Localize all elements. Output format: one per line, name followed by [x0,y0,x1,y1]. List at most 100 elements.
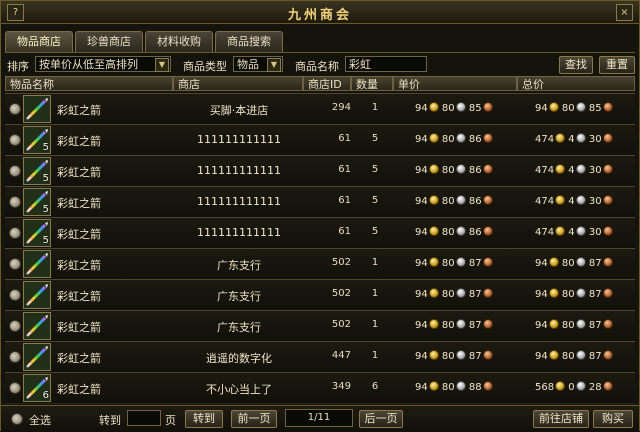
table-row[interactable]: 6 彩虹之箭 不小心当上了 349 6 94 80 88 568 0 28 [5,372,635,404]
table-row[interactable]: 彩虹之箭 逍遥的数字化 447 1 94 80 87 94 80 87 [5,341,635,373]
title-bar: ? 九州商会 × [1,1,639,24]
silver-coin-icon [455,102,466,112]
sort-select[interactable]: 按单价从低至高排列 ▼ [35,56,171,72]
silver-coin-icon [455,195,466,205]
chevron-down-icon[interactable]: ▼ [267,58,281,72]
column-qty: 数量 [351,76,393,91]
table-row[interactable]: 5 彩虹之箭 111111111111 61 5 94 80 86 474 4 30 [5,217,635,249]
prev-page-button[interactable]: 前一页 [231,410,277,428]
total-price: 474 4 30 [535,195,613,207]
select-all-radio[interactable] [11,413,23,425]
row-select-radio[interactable] [9,289,21,301]
tab-item-search[interactable]: 商品搜索 [215,31,283,53]
copper-coin-icon [602,102,613,112]
market-window: ? 九州商会 × 物品商店 珍兽商店 材料收购 商品搜索 排序 按单价从低至高排… [0,0,640,432]
copper-amount: 87 [468,320,482,331]
silver-coin-icon [575,195,586,205]
chevron-down-icon[interactable]: ▼ [155,58,169,72]
copper-amount: 85 [588,103,602,114]
rainbow-arrow-icon[interactable]: 5 [23,126,51,154]
gold-coin-icon [548,288,559,298]
row-select-radio[interactable] [9,320,21,332]
rainbow-arrow-icon[interactable] [23,250,51,278]
copper-coin-icon [482,288,493,298]
gold-amount: 94 [535,320,548,331]
silver-coin-icon [455,319,466,329]
unit-price: 94 80 86 [415,164,493,176]
name-label: 商品名称 [295,60,339,73]
reset-button[interactable]: 重置 [599,56,635,74]
table-row[interactable]: 彩虹之箭 广东支行 502 1 94 80 87 94 80 87 [5,279,635,311]
shop-name: 111111111111 [197,133,281,146]
item-name: 彩虹之箭 [57,352,101,365]
table-row[interactable]: 5 彩虹之箭 111111111111 61 5 94 80 86 474 4 30 [5,124,635,156]
tab-material-buy[interactable]: 材料收购 [145,31,213,53]
select-all-label[interactable]: 全选 [29,412,51,428]
stack-count-badge: 5 [42,204,49,215]
tab-pet-shop[interactable]: 珍兽商店 [75,31,143,53]
visit-shop-button[interactable]: 前往店铺 [533,410,589,428]
copper-amount: 87 [468,289,482,300]
table-row[interactable]: 彩虹之箭 广东支行 502 1 94 80 87 94 80 87 [5,310,635,342]
rainbow-arrow-icon[interactable] [23,95,51,123]
unit-price: 94 80 87 [415,257,493,269]
rainbow-arrow-icon[interactable] [23,343,51,371]
buy-button[interactable]: 购买 [593,410,633,428]
copper-amount: 30 [588,227,602,238]
row-select-radio[interactable] [9,227,21,239]
gold-amount: 94 [535,103,548,114]
silver-amount: 80 [441,103,455,114]
silver-amount: 0 [568,382,575,393]
item-name: 彩虹之箭 [57,259,101,272]
quantity: 5 [371,226,379,237]
filter-bar: 排序 按单价从低至高排列 ▼ 商品类型 物品 ▼ 商品名称 彩虹 查找 重置 [5,56,637,74]
silver-amount: 80 [441,227,455,238]
row-select-radio[interactable] [9,351,21,363]
gold-amount: 94 [415,382,428,393]
item-name: 彩虹之箭 [57,135,101,148]
tab-item-shop[interactable]: 物品商店 [5,31,73,53]
gold-coin-icon [428,288,439,298]
silver-coin-icon [575,257,586,267]
rainbow-arrow-icon[interactable]: 5 [23,188,51,216]
row-select-radio[interactable] [9,258,21,270]
next-page-button[interactable]: 后一页 [359,410,403,428]
silver-amount: 80 [561,351,575,362]
close-button[interactable]: × [616,4,633,21]
type-select[interactable]: 物品 ▼ [233,56,283,72]
copper-amount: 86 [468,227,482,238]
copper-amount: 87 [588,258,602,269]
rainbow-arrow-icon[interactable] [23,312,51,340]
gold-amount: 94 [415,227,428,238]
rainbow-arrow-icon[interactable]: 5 [23,219,51,247]
row-select-radio[interactable] [9,196,21,208]
table-row[interactable]: 5 彩虹之箭 111111111111 61 5 94 80 86 474 4 30 [5,155,635,187]
silver-coin-icon [455,288,466,298]
shop-name: 广东支行 [217,321,261,334]
silver-amount: 80 [441,134,455,145]
row-select-radio[interactable] [9,382,21,394]
row-select-radio[interactable] [9,165,21,177]
silver-amount: 80 [561,258,575,269]
goto-button[interactable]: 转到 [185,410,223,428]
item-name: 彩虹之箭 [57,383,101,396]
rainbow-arrow-icon[interactable]: 6 [23,374,51,402]
gold-coin-icon [555,133,566,143]
rainbow-arrow-icon[interactable] [23,281,51,309]
search-button[interactable]: 查找 [559,56,593,74]
copper-amount: 28 [588,382,602,393]
name-input[interactable]: 彩虹 [345,56,427,72]
row-select-radio[interactable] [9,134,21,146]
table-row[interactable]: 彩虹之箭 买脚·本进店 294 1 94 80 85 94 80 85 [5,93,635,125]
rainbow-arrow-icon[interactable]: 5 [23,157,51,185]
goto-page-input[interactable] [127,410,161,426]
item-name: 彩虹之箭 [57,104,101,117]
copper-amount: 87 [468,351,482,362]
silver-amount: 80 [441,351,455,362]
gold-coin-icon [555,164,566,174]
table-row[interactable]: 5 彩虹之箭 111111111111 61 5 94 80 86 474 4 30 [5,186,635,218]
gold-amount: 94 [535,258,548,269]
row-select-radio[interactable] [9,103,21,115]
table-row[interactable]: 彩虹之箭 广东支行 502 1 94 80 87 94 80 87 [5,248,635,280]
silver-amount: 80 [441,258,455,269]
